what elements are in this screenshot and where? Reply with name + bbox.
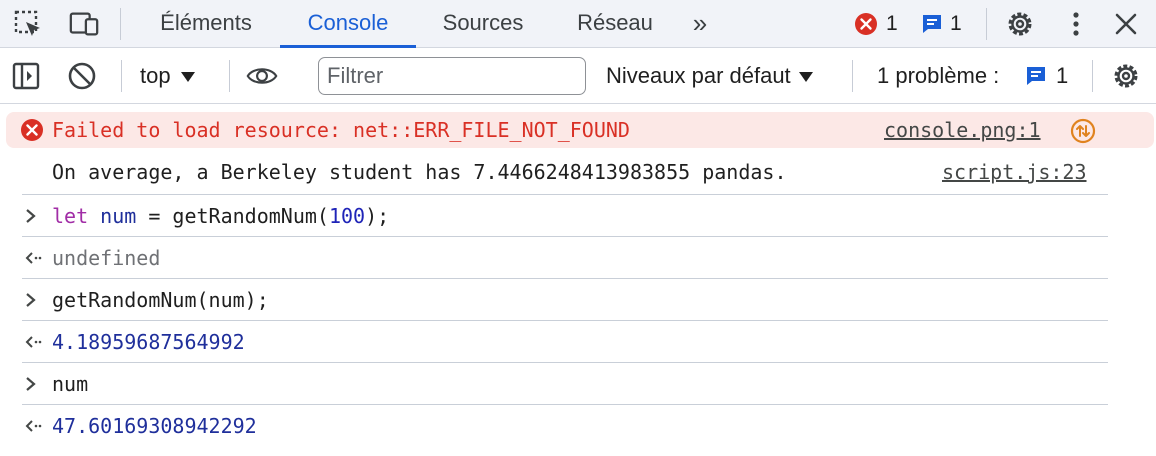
row-divider [22, 194, 1108, 195]
close-icon[interactable] [1110, 8, 1142, 40]
toolbar-divider [1092, 60, 1093, 92]
log-levels-label: Niveaux par défaut [606, 63, 791, 88]
row-divider [22, 236, 1108, 237]
live-expression-eye-icon[interactable] [246, 60, 278, 92]
console-result: 4.18959687564992 [52, 330, 245, 354]
log-levels-dropdown[interactable]: Niveaux par défaut [606, 63, 813, 89]
expression-end-token: ); [365, 204, 390, 228]
more-tabs-button[interactable]: » [680, 0, 720, 48]
toolbar-divider [852, 60, 853, 92]
input-chevron-icon[interactable] [24, 372, 38, 402]
inspect-element-icon[interactable] [12, 8, 44, 40]
row-divider [22, 404, 1108, 405]
log-source-link[interactable]: script.js:23 [942, 160, 1087, 184]
result-arrow-icon [24, 330, 44, 360]
number-token: 100 [328, 204, 366, 228]
tab-network[interactable]: Réseau [558, 0, 672, 48]
console-toolbar: top Niveaux par défaut 1 problème : 1 [0, 48, 1156, 104]
expression-token: = getRandomNum( [136, 204, 329, 228]
toolbar-divider [229, 60, 230, 92]
console-result: 47.60169308942292 [52, 414, 257, 438]
filter-input[interactable] [318, 57, 586, 95]
chevron-down-icon [180, 72, 195, 83]
console-input-entry[interactable]: let num = getRandomNum(100); [52, 204, 389, 228]
console-result: undefined [52, 246, 161, 270]
clear-console-icon[interactable] [66, 60, 98, 92]
source-map-icon[interactable] [1070, 118, 1096, 149]
result-arrow-icon [24, 246, 44, 276]
console-settings-gear-icon[interactable] [1110, 60, 1142, 92]
error-message-text: Failed to load resource: net::ERR_FILE_N… [52, 118, 630, 142]
console-input-entry[interactable]: num [52, 372, 88, 396]
variable-token: num [100, 204, 137, 228]
row-divider [22, 320, 1108, 321]
tab-elements[interactable]: Éléments [140, 0, 272, 48]
error-source-link[interactable]: console.png:1 [884, 118, 1041, 142]
input-chevron-icon[interactable] [24, 288, 38, 318]
settings-gear-icon[interactable] [1004, 8, 1036, 40]
issues-count[interactable]: 1 [1056, 63, 1068, 89]
toolbar-divider [121, 60, 122, 92]
error-icon [20, 118, 44, 147]
error-count-icon[interactable] [850, 8, 882, 40]
tabbar-divider [120, 8, 121, 40]
device-toolbar-icon[interactable] [68, 8, 100, 40]
error-count[interactable]: 1 [886, 12, 898, 36]
keyword-token: let [52, 204, 89, 228]
chevron-down-icon [798, 72, 813, 83]
context-selector[interactable]: top [140, 63, 195, 89]
message-count[interactable]: 1 [950, 12, 962, 36]
devtools-tab-bar: Éléments Console Sources Réseau » 1 1 [0, 0, 1156, 48]
error-message-row: Failed to load resource: net::ERR_FILE_N… [6, 112, 1154, 148]
issues-message-icon[interactable] [1020, 60, 1052, 92]
tab-sources[interactable]: Sources [424, 0, 542, 48]
show-sidebar-icon[interactable] [10, 60, 42, 92]
more-options-icon[interactable] [1060, 8, 1092, 40]
message-count-icon[interactable] [916, 8, 948, 40]
input-chevron-icon[interactable] [24, 204, 38, 233]
row-divider [22, 362, 1108, 363]
tabbar-divider [986, 8, 987, 40]
tab-console[interactable]: Console [280, 0, 416, 48]
row-divider [22, 278, 1108, 279]
context-selector-label: top [140, 63, 171, 88]
console-input-entry[interactable]: getRandomNum(num); [52, 288, 269, 312]
result-arrow-icon [24, 414, 44, 444]
log-message-text: On average, a Berkeley student has 7.446… [52, 160, 787, 184]
issues-label[interactable]: 1 problème : [877, 63, 999, 89]
